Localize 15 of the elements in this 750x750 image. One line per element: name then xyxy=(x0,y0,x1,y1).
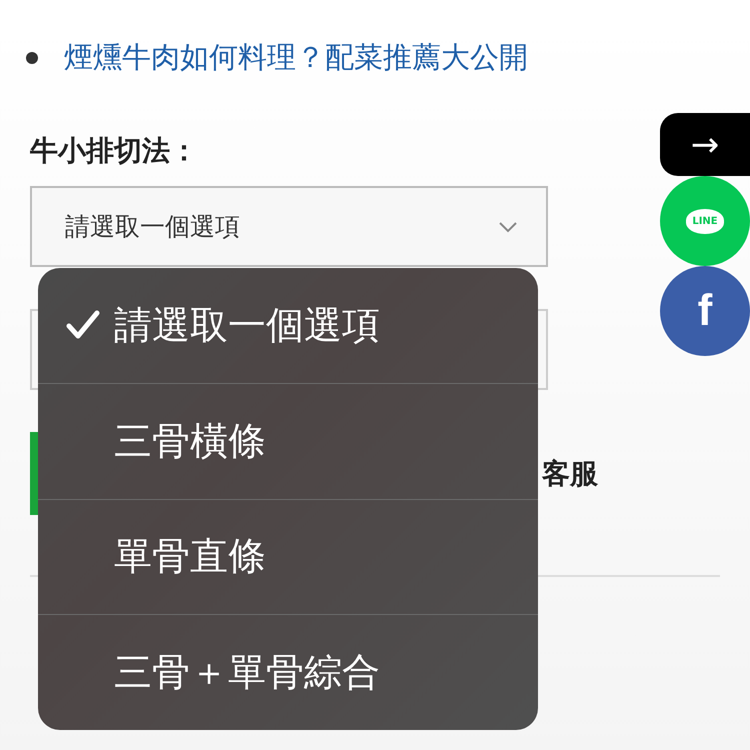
article-link[interactable]: 煙燻牛肉如何料理？配菜推薦大公開 xyxy=(64,38,528,78)
field-label: 牛小排切法： xyxy=(30,133,198,169)
arrow-button[interactable]: → xyxy=(660,113,750,176)
menu-option[interactable]: 三骨＋單骨綜合 xyxy=(38,614,538,730)
select-field[interactable]: 請選取一個選項 xyxy=(30,186,548,267)
bullet xyxy=(26,52,38,64)
check-icon xyxy=(66,310,100,340)
contact-label: 客服 xyxy=(542,456,598,492)
chevron-down-icon xyxy=(498,220,518,232)
menu-option[interactable]: 單骨直條 xyxy=(38,498,538,614)
line-logo: LINE xyxy=(686,208,724,234)
facebook-share-button[interactable]: f xyxy=(660,266,750,356)
menu-option[interactable]: 三骨橫條 xyxy=(38,382,538,498)
menu-option[interactable]: 請選取一個選項 xyxy=(38,268,538,383)
facebook-logo: f xyxy=(698,286,712,336)
